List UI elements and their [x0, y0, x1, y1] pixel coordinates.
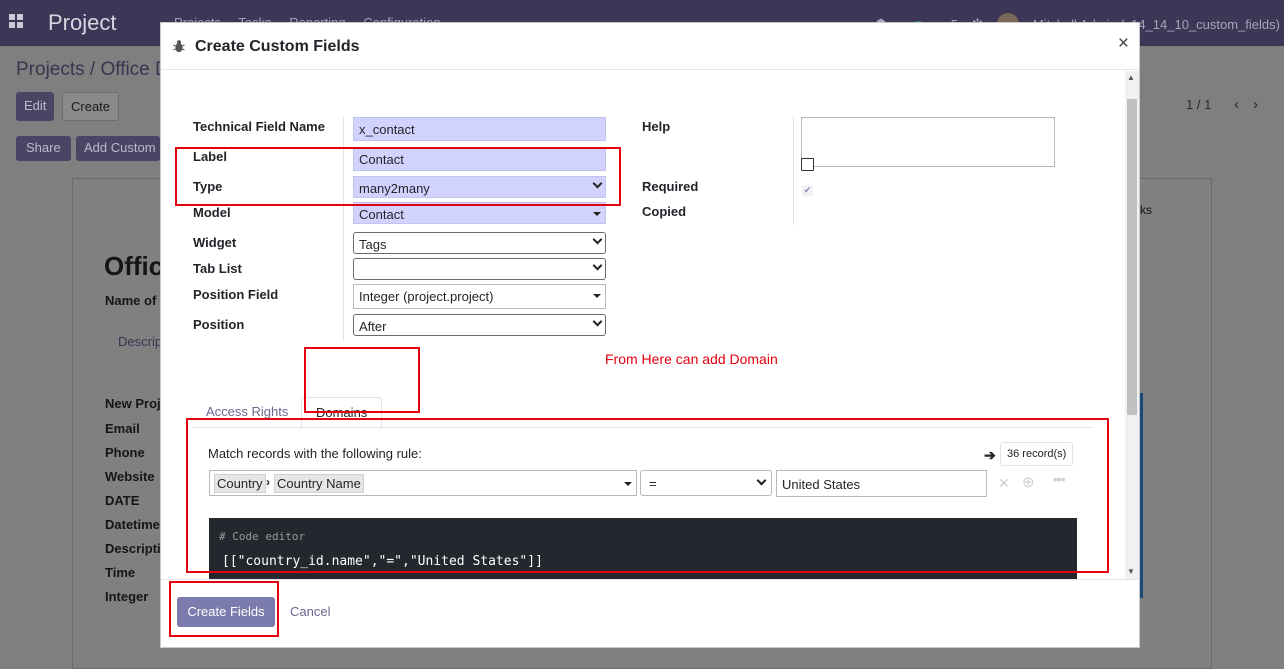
dialog-footer: Create Fields Cancel	[161, 579, 1139, 647]
delete-rule-icon[interactable]: ✕	[998, 475, 1010, 492]
position-select-value: After	[359, 319, 387, 334]
position-label: Position	[193, 317, 245, 332]
field-label: Phone	[105, 445, 145, 460]
copied-checkbox-check-icon[interactable]: ✔	[802, 185, 813, 196]
field-label: Time	[105, 565, 136, 580]
scroll-up-arrow-icon[interactable]: ▲	[1127, 73, 1135, 82]
field-label: Website	[105, 469, 155, 484]
breadcrumb: Projects / Office D	[16, 59, 169, 80]
code-editor[interactable]: # Code editor [["country_id.name","=","U…	[209, 518, 1077, 579]
label-input[interactable]: Contact	[353, 147, 606, 171]
caret-down-icon	[593, 294, 601, 298]
model-label: Model	[193, 205, 231, 220]
next-arrow-icon[interactable]: ›	[1253, 96, 1272, 113]
field-label: Integer	[105, 589, 149, 604]
tab-description[interactable]: Descrip	[118, 334, 162, 349]
bug-icon	[173, 40, 185, 53]
app-brand: Project	[48, 10, 117, 35]
domain-field-path-selector[interactable]: Country › Country Name	[209, 470, 637, 496]
chevron-down-icon	[592, 260, 603, 271]
tab-access-rights[interactable]: Access Rights	[192, 397, 302, 428]
chevron-right-icon: ›	[266, 475, 270, 489]
tab-list-label: Tab List	[193, 261, 242, 276]
field-label: Email	[105, 421, 140, 436]
model-select[interactable]: Contact	[353, 202, 606, 224]
domain-operator-select[interactable]: =	[640, 470, 772, 496]
required-checkbox[interactable]	[801, 158, 814, 171]
scrollbar-thumb[interactable]	[1127, 99, 1137, 415]
dialog-title: Create Custom Fields	[195, 38, 360, 55]
position-field-label: Position Field	[193, 287, 279, 302]
help-textarea[interactable]	[801, 117, 1055, 167]
code-comment: # Code editor	[219, 530, 306, 543]
tasks-smart-button[interactable]: ks	[1140, 203, 1152, 217]
position-field-select-value: Integer (project.project)	[359, 289, 494, 304]
dialog-body: Technical Field Name Label Type Model Wi…	[161, 71, 1139, 579]
create-button[interactable]: Create	[62, 92, 120, 121]
domain-rule-text: Match records with the following rule:	[208, 446, 422, 461]
caret-down-icon	[624, 482, 632, 486]
field-label: DATE	[105, 493, 140, 508]
tabs-divider	[191, 427, 1093, 428]
position-field-select[interactable]: Integer (project.project)	[353, 284, 606, 309]
required-label: Required	[642, 179, 699, 194]
apps-menu-icon[interactable]	[9, 14, 23, 28]
cancel-button[interactable]: Cancel	[290, 604, 330, 619]
field-label: Descripti	[105, 541, 161, 556]
technical-name-label: Technical Field Name	[193, 119, 325, 134]
path-chip: Country Name	[274, 474, 364, 493]
add-custom-field-button[interactable]: Add Custom	[76, 136, 160, 161]
tab-domains[interactable]: Domains	[301, 397, 383, 428]
code-domain-text: [["country_id.name","=","United States"]…	[222, 554, 543, 569]
chevron-down-icon	[592, 234, 603, 245]
type-select-value: many2many	[359, 181, 430, 196]
widget-label: Widget	[193, 235, 237, 250]
add-rule-icon[interactable]: ⊕	[1022, 473, 1035, 491]
create-custom-fields-dialog: Create Custom Fields × Technical Field N…	[160, 22, 1140, 648]
annotation-text: From Here can add Domain	[605, 351, 778, 367]
pager: 1 / 1	[1186, 97, 1212, 112]
chevron-down-icon	[756, 475, 767, 486]
arrow-right-icon[interactable]: ➔	[984, 447, 996, 464]
prev-arrow-icon[interactable]: ‹	[1234, 96, 1253, 113]
type-select[interactable]: many2many	[353, 176, 606, 198]
edit-button[interactable]: Edit	[16, 92, 55, 121]
field-label: New Proj	[105, 396, 161, 411]
pager-arrows: ‹›	[1234, 96, 1272, 113]
model-select-value: Contact	[359, 207, 404, 222]
operator-value: =	[649, 476, 657, 491]
close-icon[interactable]: ×	[1118, 33, 1129, 55]
domain-value-input[interactable]: United States	[776, 470, 987, 497]
tab-list-select[interactable]	[353, 258, 606, 280]
path-chip: Country	[214, 474, 266, 493]
record-subtitle: Name of	[105, 293, 157, 308]
field-label: Datetime	[105, 517, 160, 532]
technical-name-input[interactable]: x_contact	[353, 117, 606, 141]
column-separator	[343, 117, 344, 341]
create-fields-button[interactable]: Create Fields	[177, 597, 275, 627]
dialog-header: Create Custom Fields ×	[161, 23, 1139, 70]
caret-down-icon	[593, 212, 601, 216]
scroll-down-arrow-icon[interactable]: ▼	[1127, 567, 1135, 576]
record-count-button[interactable]: 36 record(s)	[1000, 442, 1074, 466]
record-title: Offic	[104, 251, 164, 281]
widget-select[interactable]: Tags	[353, 232, 606, 254]
help-label: Help	[642, 119, 671, 134]
chevron-down-icon	[592, 178, 603, 189]
position-select[interactable]: After	[353, 314, 606, 336]
more-options-icon[interactable]: •••	[1053, 471, 1066, 487]
share-button[interactable]: Share	[16, 136, 71, 161]
column-separator	[793, 117, 794, 225]
copied-label: Copied	[642, 204, 687, 219]
widget-select-value: Tags	[359, 237, 387, 252]
chevron-down-icon	[592, 316, 603, 327]
label-label: Label	[193, 149, 227, 164]
type-label: Type	[193, 179, 223, 194]
